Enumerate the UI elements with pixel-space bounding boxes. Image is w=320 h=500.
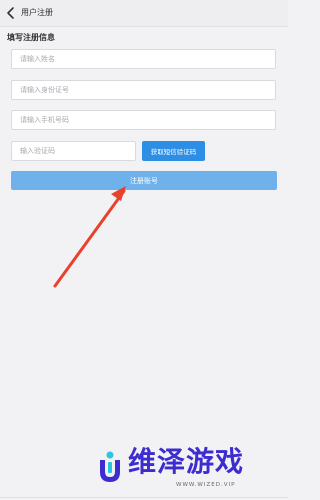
watermark-logo <box>100 451 120 482</box>
chevron-left-icon[interactable] <box>5 6 17 20</box>
phone-input[interactable] <box>11 110 276 130</box>
form-section-title: 填写注册信息 <box>7 33 55 42</box>
get-sms-code-button[interactable]: 获取短信验证码 <box>142 141 205 161</box>
verification-code-input[interactable] <box>11 141 136 161</box>
name-input[interactable] <box>11 49 276 69</box>
top-navigation-bar: 用户注册 <box>0 0 288 27</box>
register-account-button[interactable]: 注册账号 <box>11 171 277 190</box>
bottom-divider <box>0 497 288 498</box>
red-arrow-icon <box>53 186 126 288</box>
id-number-input[interactable] <box>11 80 276 100</box>
watermark-brand-name: 维泽游戏 <box>128 445 245 478</box>
page-title: 用户注册 <box>21 8 53 17</box>
watermark-url: WWW.WIZED.VIP <box>176 482 236 488</box>
